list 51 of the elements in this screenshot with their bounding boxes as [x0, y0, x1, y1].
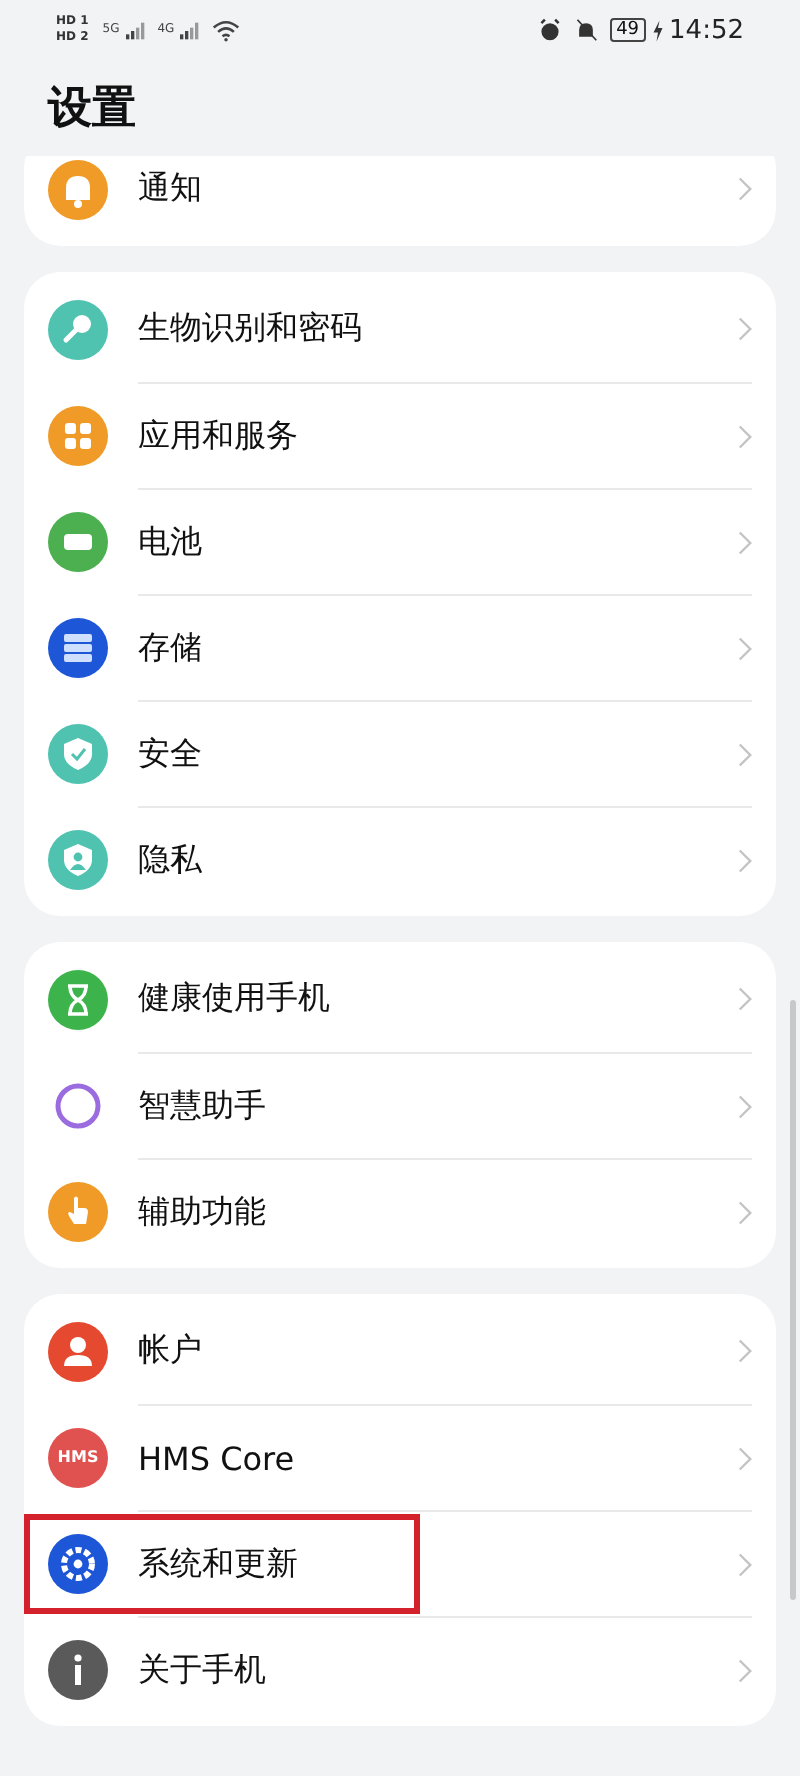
row-label: 关于手机	[138, 1649, 266, 1691]
chevron-icon	[738, 635, 752, 661]
settings-row[interactable]: 关于手机	[24, 1616, 776, 1722]
chevron-icon	[738, 986, 752, 1012]
settings-row[interactable]: 智慧助手	[24, 1052, 776, 1158]
chevron-icon	[738, 1445, 752, 1471]
settings-row[interactable]: 应用和服务	[24, 382, 776, 488]
signal-icon	[125, 21, 146, 39]
chevron-icon	[738, 529, 752, 555]
settings-row[interactable]: 健康使用手机	[24, 946, 776, 1052]
chevron-icon	[738, 1338, 752, 1364]
settings-row[interactable]: 安全	[24, 700, 776, 806]
settings-row[interactable]: 通知	[24, 156, 776, 242]
signal-icon	[180, 21, 201, 39]
settings-row[interactable]: 生物识别和密码	[24, 276, 776, 382]
row-label: 应用和服务	[138, 415, 298, 457]
row-label: 生物识别和密码	[138, 308, 362, 350]
row-label: 辅助功能	[138, 1191, 266, 1233]
row-label: 系统和更新	[138, 1543, 298, 1585]
clock: 14:52	[669, 15, 744, 45]
battery-level: 49	[610, 18, 646, 42]
page-title: 设置	[45, 82, 138, 138]
row-label: 智慧助手	[138, 1085, 266, 1127]
chevron-icon	[738, 741, 752, 767]
chevron-icon	[738, 423, 752, 449]
row-label: 安全	[138, 733, 202, 775]
settings-row[interactable]: 帐户	[24, 1298, 776, 1404]
row-label: 存储	[138, 627, 202, 669]
alarm-icon	[538, 18, 563, 42]
chevron-icon	[738, 1551, 752, 1577]
wifi-icon	[212, 19, 241, 41]
settings-row[interactable]: 电池	[24, 488, 776, 594]
row-label: 隐私	[138, 839, 202, 881]
chevron-icon	[738, 1657, 752, 1683]
chevron-icon	[738, 847, 752, 873]
chevron-icon	[738, 176, 752, 202]
chevron-icon	[738, 1199, 752, 1225]
row-label: 电池	[138, 521, 202, 563]
row-label: 帐户	[138, 1330, 202, 1372]
row-label: 健康使用手机	[138, 978, 330, 1020]
chevron-icon	[738, 316, 752, 342]
settings-row[interactable]: 系统和更新	[24, 1510, 776, 1616]
settings-row[interactable]: 存储	[24, 594, 776, 700]
app-icon: HMS	[48, 1427, 108, 1487]
row-label: 通知	[138, 168, 202, 210]
settings-row[interactable]: 隐私	[24, 806, 776, 912]
bell-off-icon	[574, 18, 599, 42]
row-label: HMS Core	[138, 1439, 295, 1477]
chevron-icon	[738, 1093, 752, 1119]
settings-row[interactable]: HMS HMS Core	[24, 1404, 776, 1510]
settings-row[interactable]: 辅助功能	[24, 1158, 776, 1264]
